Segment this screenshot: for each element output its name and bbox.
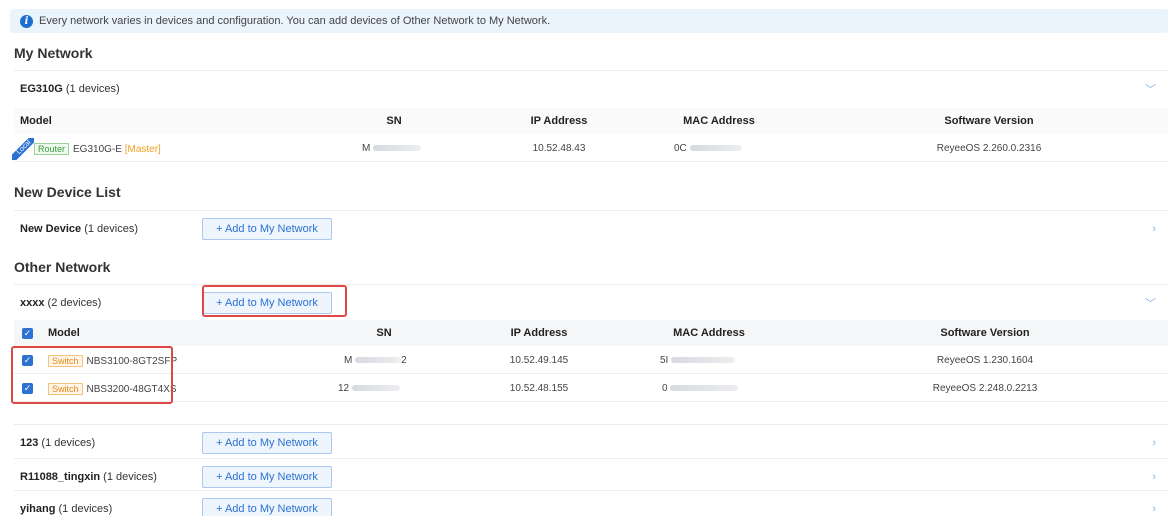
group-name: R11088_tingxin <box>20 470 101 483</box>
chevron-right-icon[interactable]: › <box>1152 437 1156 449</box>
router-tag: Router <box>34 142 70 155</box>
group-row-xxxx[interactable]: xxxx (2 devices) + Add to My Network ﹀ <box>14 284 1168 320</box>
group-name: New Device <box>20 222 82 235</box>
col-model: Model <box>20 115 52 127</box>
device-sn-tail: 2 <box>401 355 407 366</box>
other-network-title: Other Network <box>14 259 111 275</box>
device-sn: M <box>362 143 371 154</box>
chevron-down-icon[interactable]: ﹀ <box>1145 81 1156 97</box>
other-network-table-header: ✓ Model SN IP Address MAC Address Softwa… <box>14 320 1168 346</box>
sn-redacted <box>351 385 400 392</box>
device-ip: 10.52.48.43 <box>532 143 586 154</box>
group-count: (2 devices) <box>47 296 102 309</box>
select-all-checkbox[interactable]: ✓ <box>22 328 33 339</box>
table-row[interactable]: ✓ Switch NBS3200-48GT4XS 12 10.52.48.155 … <box>14 376 1168 402</box>
group-row-new-device[interactable]: New Device (1 devices) + Add to My Netwo… <box>14 210 1168 246</box>
add-to-my-network-button[interactable]: + Add to My Network <box>202 497 332 516</box>
group-name: yihang <box>20 502 56 515</box>
group-count: (1 devices) <box>65 82 120 95</box>
chevron-down-icon[interactable]: ﹀ <box>1145 295 1156 311</box>
add-to-my-network-button[interactable]: + Add to My Network <box>202 465 332 488</box>
add-to-my-network-button[interactable]: + Add to My Network <box>202 431 332 454</box>
chevron-right-icon[interactable]: › <box>1152 223 1156 235</box>
local-badge: Local <box>12 138 34 160</box>
device-mac: 0 <box>662 383 668 394</box>
group-row-r11088-tingxin[interactable]: R11088_tingxin (1 devices) + Add to My N… <box>14 458 1168 494</box>
group-count: (1 devices) <box>41 436 96 449</box>
col-software: Software Version <box>944 115 1034 127</box>
col-ip: IP Address <box>510 327 568 339</box>
chevron-right-icon[interactable]: › <box>1152 471 1156 483</box>
group-name: 123 <box>20 436 39 449</box>
device-sn: M <box>344 355 353 366</box>
info-banner: i Every network varies in devices and co… <box>10 9 1168 33</box>
device-software: ReyeeOS 1.230.1604 <box>936 355 1034 366</box>
highlight-selected-devices <box>11 346 173 404</box>
group-row-123[interactable]: 123 (1 devices) + Add to My Network › <box>14 424 1168 460</box>
mac-redacted <box>670 385 739 392</box>
my-network-title: My Network <box>14 45 93 61</box>
device-sn: 12 <box>338 383 350 394</box>
col-mac: MAC Address <box>683 115 755 127</box>
mac-redacted <box>689 145 742 152</box>
group-name: xxxx <box>20 296 45 309</box>
device-ip: 10.52.49.145 <box>509 355 569 366</box>
group-count: (1 devices) <box>84 222 139 235</box>
sn-redacted <box>373 145 422 152</box>
master-label: [Master] <box>124 143 161 155</box>
table-row: Local Router EG310G-E [Master] M 10.52.48… <box>12 136 1168 162</box>
device-model: EG310G-E <box>73 143 122 155</box>
group-row-yihang[interactable]: yihang (1 devices) + Add to My Network › <box>14 490 1168 516</box>
my-network-table-header: Model SN IP Address MAC Address Software… <box>14 108 1168 134</box>
col-mac: MAC Address <box>673 327 745 339</box>
device-ip: 10.52.48.155 <box>509 383 569 394</box>
group-name: EG310G <box>20 82 63 95</box>
add-to-my-network-button[interactable]: + Add to My Network <box>202 217 332 240</box>
highlight-add-button <box>202 285 347 317</box>
col-sn: SN <box>376 327 392 339</box>
group-count: (1 devices) <box>103 470 157 483</box>
info-banner-text: Every network varies in devices and conf… <box>39 15 551 27</box>
new-device-list-title: New Device List <box>14 184 121 200</box>
chevron-right-icon[interactable]: › <box>1152 503 1156 515</box>
device-software: ReyeeOS 2.260.0.2316 <box>936 143 1042 154</box>
col-model: Model <box>48 327 80 339</box>
col-ip: IP Address <box>530 115 588 127</box>
table-row[interactable]: ✓ Switch NBS3100-8GT2SFP M 2 10.52.49.145… <box>14 348 1168 374</box>
device-software: ReyeeOS 2.248.0.2213 <box>932 383 1038 394</box>
info-icon: i <box>20 14 33 28</box>
col-software: Software Version <box>940 327 1030 339</box>
sn-redacted <box>355 357 402 364</box>
mac-redacted <box>671 357 736 364</box>
group-count: (1 devices) <box>58 502 113 515</box>
device-mac: 5I <box>660 355 669 366</box>
col-sn: SN <box>386 115 402 127</box>
device-mac: 0C <box>674 143 687 154</box>
group-row-eg310g[interactable]: EG310G (1 devices) ﹀ <box>14 70 1168 106</box>
